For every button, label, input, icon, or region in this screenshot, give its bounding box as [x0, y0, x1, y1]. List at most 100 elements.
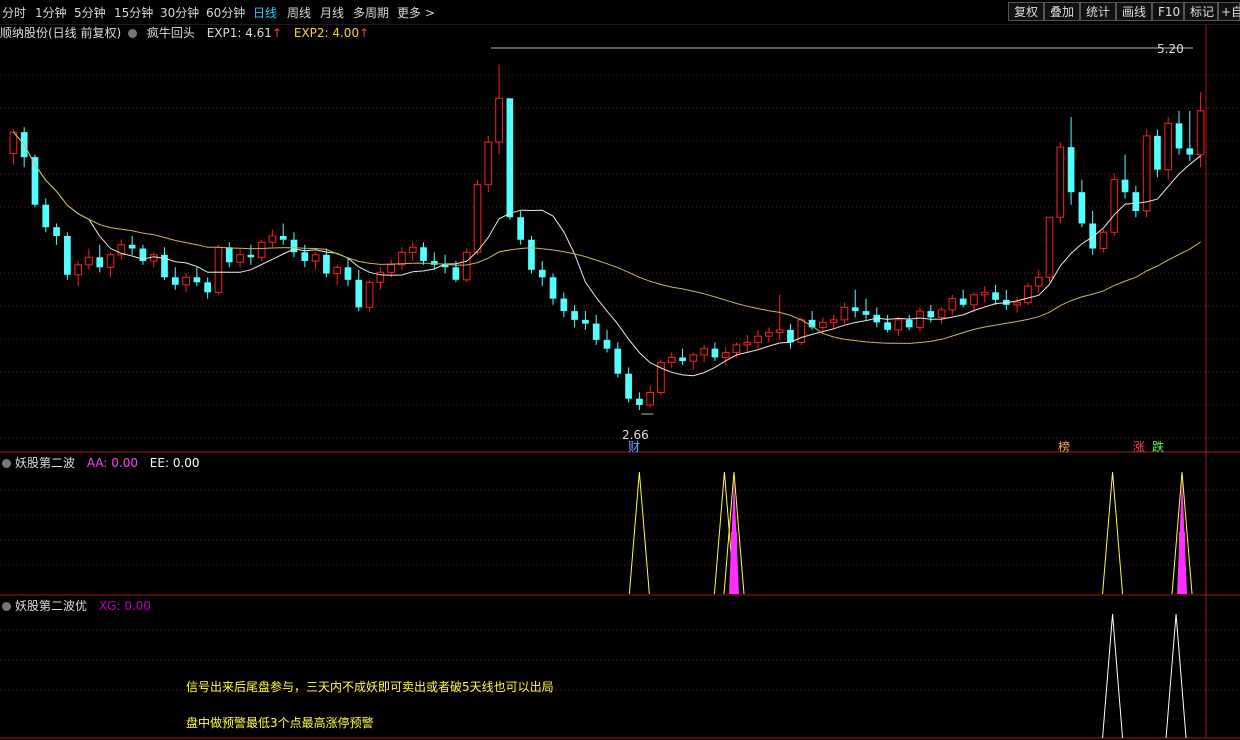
panel2-title: 妖股第二波优: [15, 599, 88, 613]
panel2-header: 妖股第二波优 XG: 0.00: [0, 598, 151, 614]
candle-body: [1164, 122, 1173, 171]
rank-tag[interactable]: 榜: [1058, 440, 1070, 454]
candle-body: [927, 311, 935, 318]
panel1-settings-dot-icon[interactable]: [2, 459, 11, 468]
candle-body: [344, 267, 352, 280]
settings-dot-icon[interactable]: [128, 29, 138, 38]
xg-signal-spike: [1102, 613, 1124, 739]
candle-body: [495, 97, 503, 143]
candle-body: [937, 309, 946, 318]
exp2-value: EXP2: 4.00↑: [293, 26, 370, 40]
candle-body: [398, 251, 406, 266]
candle-body: [840, 306, 849, 321]
candle-body: [851, 307, 859, 312]
candle-body: [323, 254, 330, 274]
candle-body: [1034, 276, 1043, 287]
candle-body: [333, 266, 342, 275]
candle-body: [711, 348, 719, 358]
candle-body: [225, 247, 233, 263]
candle-body: [1142, 135, 1151, 212]
kline-chart-area[interactable]: [0, 0, 1240, 740]
candle-body: [128, 244, 136, 249]
candle-body: [829, 319, 838, 323]
candle-body: [1132, 192, 1140, 211]
panel1-title: 妖股第二波: [15, 456, 76, 470]
candle-body: [916, 310, 924, 328]
panel2-settings-dot-icon[interactable]: [2, 602, 11, 611]
candle-body: [311, 254, 320, 262]
candle-body: [992, 292, 999, 300]
candle-body: [700, 348, 708, 356]
candle-body: [884, 322, 891, 330]
price-markers: [491, 47, 1193, 415]
candle-body: [732, 344, 741, 353]
candle-body: [905, 319, 913, 328]
strategy-note-line2: 盘中做预警最低3个点最高涨停预警: [186, 716, 374, 730]
candle-body: [355, 279, 363, 308]
candle-body: [1089, 223, 1097, 249]
exp2-up-arrow-icon: ↑: [359, 26, 370, 40]
candle-body: [636, 398, 643, 405]
candle-body: [582, 319, 589, 324]
candle-body: [528, 239, 535, 270]
limit-up-tag[interactable]: 涨: [1133, 440, 1145, 454]
candle-body: [365, 281, 374, 308]
candle-body: [517, 217, 525, 240]
finance-tag[interactable]: 财: [628, 440, 640, 454]
candle-body: [204, 282, 212, 293]
candle-body: [462, 251, 471, 281]
candle-body: [646, 391, 655, 406]
grid-lines: [0, 25, 1240, 739]
candle-body: [980, 291, 989, 296]
candle-body: [193, 277, 201, 283]
exp1-up-arrow-icon: ↑: [271, 26, 282, 40]
candle-body: [787, 329, 794, 343]
indicator-name-label: 疯牛回头: [146, 26, 195, 40]
candle-body: [1078, 192, 1086, 224]
aa-signal-bar: [730, 532, 737, 594]
candle-body: [614, 348, 622, 374]
candle-body: [53, 227, 60, 236]
candle-body: [214, 246, 223, 293]
candle-body: [430, 261, 438, 265]
candle-body: [64, 236, 71, 275]
candle-body: [1154, 135, 1161, 170]
candle-body: [408, 246, 417, 253]
candle-body: [560, 298, 568, 312]
exp1-value: EXP1: 4.61↑: [206, 26, 282, 40]
candle-body: [1175, 123, 1183, 149]
candle-body: [268, 235, 277, 243]
candle-body: [420, 247, 427, 262]
candle-body: [171, 277, 179, 285]
candle-body: [549, 277, 557, 299]
candle-body: [236, 254, 244, 263]
panel1-plot: [628, 471, 1193, 595]
candle-body: [74, 264, 82, 276]
candle-body: [1121, 179, 1129, 193]
candle-body: [247, 254, 255, 258]
candle-body: [689, 354, 698, 362]
ee-value: EE: 0.00: [149, 456, 200, 470]
candle-body: [1110, 179, 1119, 233]
candle-body: [1099, 231, 1108, 250]
candle-body: [1024, 285, 1032, 303]
candle-body: [754, 335, 762, 343]
candle-body: [603, 339, 611, 349]
limit-down-tag[interactable]: 跌: [1152, 440, 1164, 454]
candle-body: [506, 98, 514, 218]
candle-body: [96, 257, 104, 268]
candle-body: [765, 331, 773, 337]
candle-body: [473, 184, 482, 253]
candle-body: [743, 341, 752, 346]
candle-body: [862, 311, 870, 315]
candle-body: [1186, 148, 1194, 155]
candle-body: [279, 236, 287, 240]
candle-body: [679, 357, 686, 362]
panel1-header: 妖股第二波 AA: 0.00 EE: 0.00: [0, 455, 200, 471]
candle-body: [667, 356, 676, 363]
stock-name-label: 顺纳股份(日线 前复权): [0, 26, 122, 40]
candle-body: [301, 252, 309, 262]
candle-body: [819, 321, 827, 328]
candle-body: [452, 267, 460, 280]
candlestick-series: [9, 64, 1205, 410]
